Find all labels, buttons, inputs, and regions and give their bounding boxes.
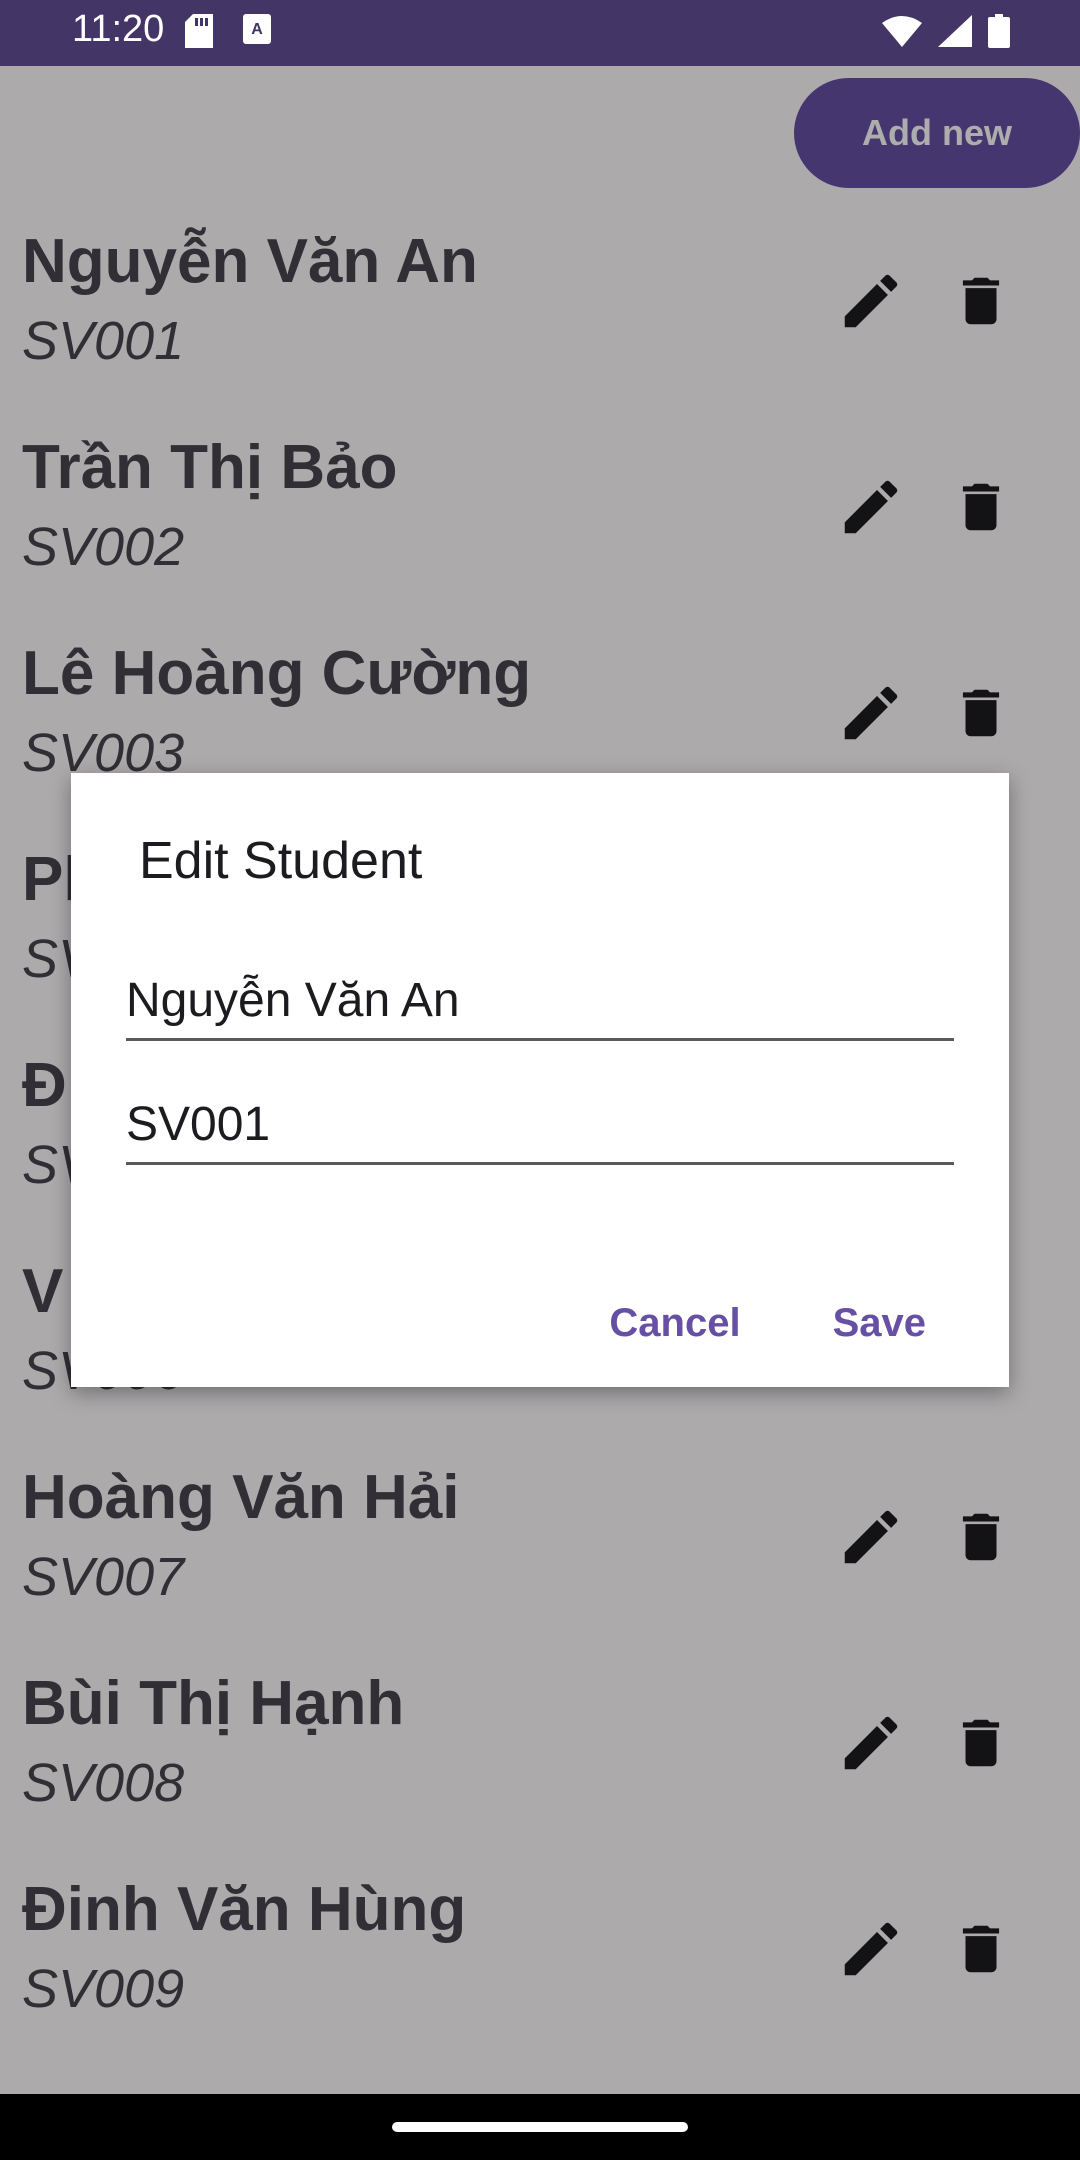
svg-text:A: A — [251, 21, 263, 38]
dialog-actions: Cancel Save — [603, 1300, 932, 1347]
home-handle[interactable] — [392, 2122, 688, 2132]
edit-student-dialog: Edit Student Nguyễn Văn An SV001 Cancel … — [71, 773, 1009, 1387]
dialog-title: Edit Student — [139, 832, 423, 890]
status-icons-left: A — [185, 14, 271, 48]
status-icons-right — [882, 14, 1010, 48]
signal-icon — [938, 15, 972, 47]
cancel-button[interactable]: Cancel — [603, 1300, 746, 1347]
battery-icon — [988, 14, 1010, 48]
navigation-bar — [0, 2094, 1080, 2160]
status-bar: 11:20 A — [0, 0, 1080, 66]
wifi-icon — [882, 16, 922, 47]
save-button[interactable]: Save — [827, 1300, 932, 1347]
name-field[interactable]: Nguyễn Văn An — [126, 973, 954, 1041]
status-time: 11:20 — [72, 8, 165, 50]
sd-card-icon — [185, 14, 213, 48]
code-field[interactable]: SV001 — [126, 1097, 954, 1165]
text-input-icon: A — [243, 14, 271, 44]
